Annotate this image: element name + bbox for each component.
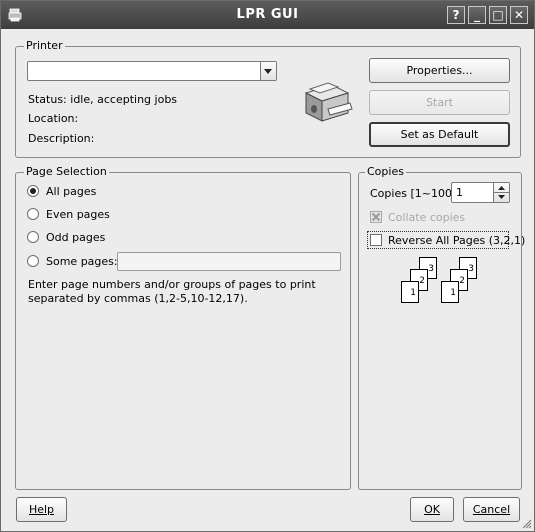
help-titlebar-button[interactable]: ? — [447, 6, 465, 24]
description-label: Description: — [28, 132, 95, 145]
printer-select-arrow[interactable] — [260, 62, 276, 80]
title-bar[interactable]: LPR GUI ? _ □ ✕ — [1, 1, 534, 29]
spin-arrows-icon — [494, 186, 509, 199]
collate-copies-label[interactable]: Collate copies — [388, 211, 465, 224]
copies-group-label: Copies — [365, 165, 406, 178]
status-value: idle, accepting jobs — [70, 93, 178, 106]
reverse-pages-indicator[interactable] — [370, 234, 382, 246]
reverse-pages-label[interactable]: Reverse All Pages (3,2,1) — [388, 234, 525, 247]
radio-some-pages-indicator[interactable] — [27, 255, 39, 267]
radio-all-pages-label[interactable]: All pages — [46, 185, 96, 198]
checkmark-x-icon — [371, 212, 381, 222]
copies-value: 1 — [456, 186, 463, 199]
some-pages-input[interactable] — [117, 252, 341, 271]
resize-grip-icon[interactable] — [520, 517, 532, 529]
chevron-down-icon — [264, 69, 272, 74]
maximize-button[interactable]: □ — [489, 6, 507, 24]
collate-copies-indicator[interactable] — [370, 211, 382, 223]
minimize-button[interactable]: _ — [468, 6, 486, 24]
set-as-default-button[interactable]: Set as Default — [369, 122, 510, 147]
radio-even-pages-indicator[interactable] — [27, 208, 39, 220]
copies-spin-buttons[interactable] — [493, 183, 509, 202]
help-button[interactable]: Help — [16, 497, 67, 522]
page-selection-group-label: Page Selection — [24, 165, 109, 178]
printer-icon — [304, 82, 353, 122]
preview-page-1a: 1 — [401, 281, 419, 303]
cancel-button[interactable]: Cancel — [463, 497, 520, 522]
preview-page-1b: 1 — [441, 281, 459, 303]
ok-button[interactable]: OK — [410, 497, 454, 522]
reverse-pages-checkbox[interactable]: Reverse All Pages (3,2,1) — [367, 231, 525, 249]
start-button[interactable]: Start — [369, 90, 510, 115]
radio-even-pages-label[interactable]: Even pages — [46, 208, 110, 221]
printer-select[interactable] — [27, 61, 277, 81]
radio-odd-pages-indicator[interactable] — [27, 231, 39, 243]
location-label: Location: — [28, 112, 79, 125]
status-label: Status: — [28, 93, 67, 106]
radio-some-pages-label[interactable]: Some pages: — [46, 255, 118, 268]
page-range-hint: Enter page numbers and/or groups of page… — [28, 278, 316, 305]
copies-spinbox[interactable]: 1 — [451, 182, 510, 203]
radio-all-pages-indicator[interactable] — [27, 185, 39, 197]
lpr-gui-window: LPR GUI ? _ □ ✕ Printer Status: idle, ac… — [0, 0, 535, 532]
close-button[interactable]: ✕ — [510, 6, 528, 24]
radio-odd-pages-label[interactable]: Odd pages — [46, 231, 105, 244]
status-line: Status: idle, accepting jobs — [28, 93, 177, 106]
properties-button[interactable]: Properties... — [369, 58, 510, 83]
printer-group-label: Printer — [24, 39, 65, 52]
copies-label: Copies [1~100]: — [370, 187, 460, 200]
